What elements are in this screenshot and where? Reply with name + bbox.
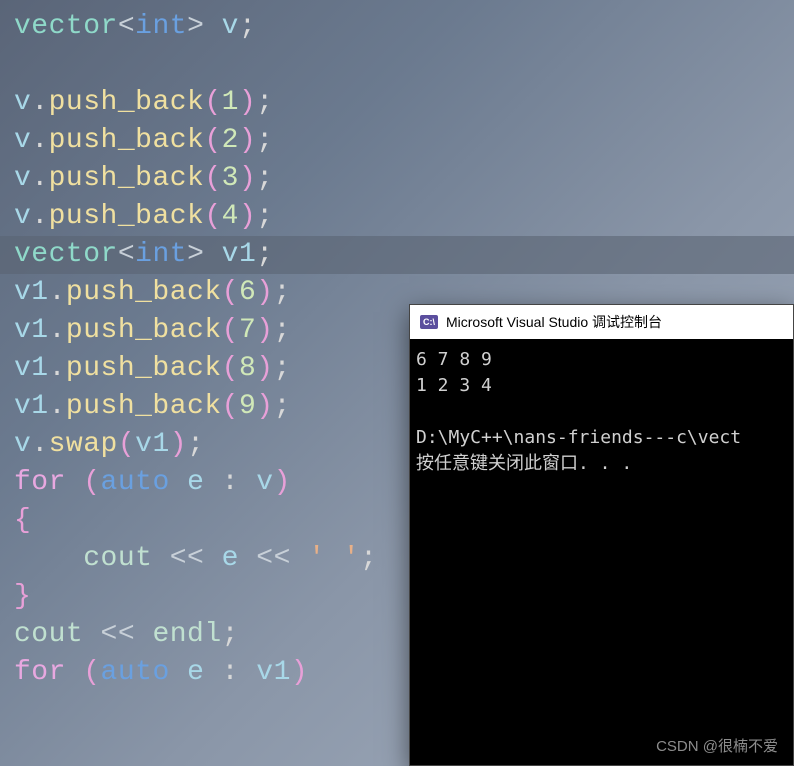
code-line: v.push_back(3); bbox=[14, 160, 780, 198]
code-line: v.push_back(4); bbox=[14, 198, 780, 236]
code-line: v.push_back(2); bbox=[14, 122, 780, 160]
console-line: 6 7 8 9 bbox=[416, 347, 787, 373]
console-title: Microsoft Visual Studio 调试控制台 bbox=[446, 312, 662, 332]
code-line: v.push_back(1); bbox=[14, 84, 780, 122]
console-line: 1 2 3 4 bbox=[416, 373, 787, 399]
console-line: 按任意键关闭此窗口. . . bbox=[416, 451, 787, 477]
vs-console-icon: C:\ bbox=[420, 315, 438, 329]
code-line-highlighted: vector<int> v1; bbox=[0, 236, 794, 274]
console-titlebar[interactable]: C:\ Microsoft Visual Studio 调试控制台 bbox=[410, 305, 793, 339]
code-line: vector<int> v; bbox=[14, 8, 780, 46]
console-output: 6 7 8 9 1 2 3 4 D:\MyC++\nans-friends---… bbox=[410, 339, 793, 485]
code-line bbox=[14, 46, 780, 84]
watermark: CSDN @很楠不爱 bbox=[656, 735, 778, 756]
console-line: D:\MyC++\nans-friends---c\vect bbox=[416, 425, 787, 451]
console-line bbox=[416, 399, 787, 425]
console-window[interactable]: C:\ Microsoft Visual Studio 调试控制台 6 7 8 … bbox=[409, 304, 794, 766]
